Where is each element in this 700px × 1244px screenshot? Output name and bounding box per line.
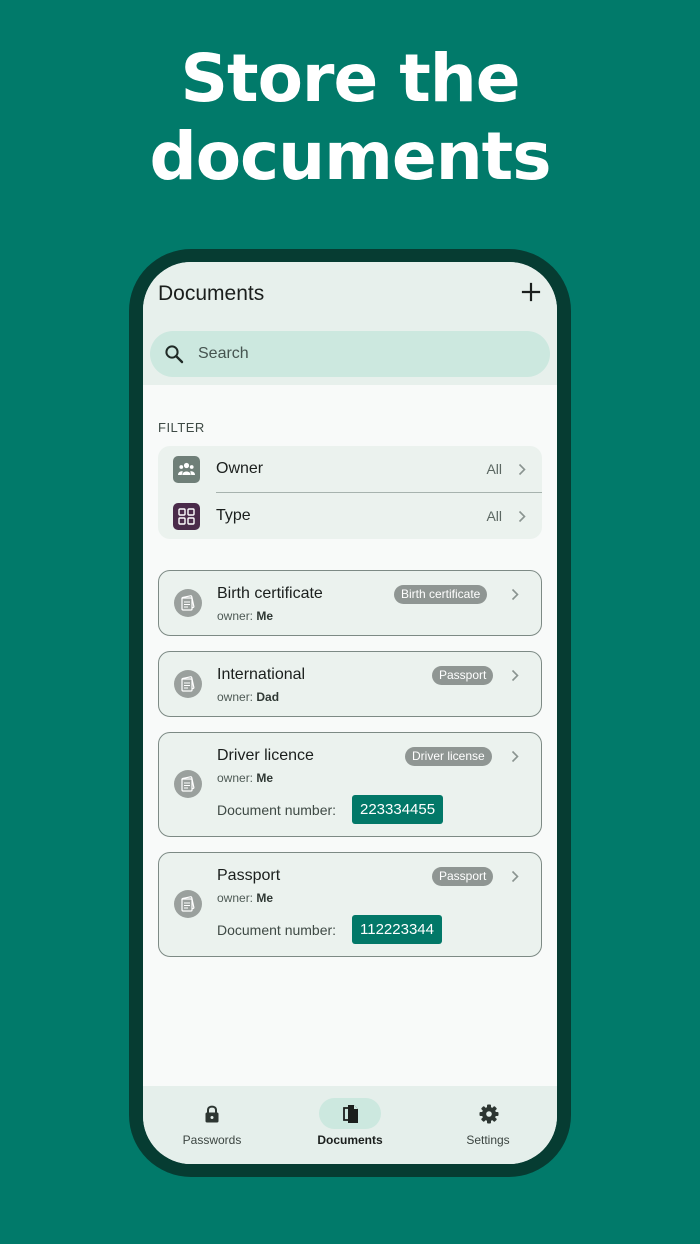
app-bar: Documents xyxy=(143,262,557,385)
phone-screen: Documents FILTER xyxy=(143,262,557,1164)
document-type-avatar xyxy=(174,589,202,617)
document-title: Driver licence xyxy=(217,747,314,764)
nav-indicator-active xyxy=(319,1098,381,1129)
people-icon xyxy=(178,462,195,475)
headline-line-2: documents xyxy=(149,118,551,195)
document-owner: owner: Me xyxy=(217,609,274,623)
lock-icon xyxy=(205,1105,219,1123)
filter-owner-value: All xyxy=(486,461,502,477)
phone-frame: Documents FILTER xyxy=(129,249,571,1177)
chevron-right-icon xyxy=(518,463,526,476)
document-card[interactable]: International owner: Dad Passport xyxy=(158,651,542,717)
nav-item-documents[interactable]: Documents xyxy=(281,1086,419,1164)
chevron-right-icon xyxy=(511,588,519,601)
search-bar[interactable] xyxy=(150,331,550,377)
search-input[interactable] xyxy=(198,331,528,377)
document-card[interactable]: Birth certificate owner: Me Birth certif… xyxy=(158,570,542,636)
document-type-avatar xyxy=(174,770,202,798)
document-title: Passport xyxy=(217,867,281,884)
id-card-icon xyxy=(181,595,195,611)
search-icon xyxy=(165,345,184,364)
nav-label: Documents xyxy=(317,1133,383,1147)
chevron-right-icon xyxy=(518,510,526,523)
document-number-value[interactable]: 112223344 xyxy=(352,915,442,944)
document-type-tag: Passport xyxy=(432,867,494,886)
document-number-value[interactable]: 223334455 xyxy=(352,795,444,824)
document-type-tag: Passport xyxy=(432,666,494,685)
id-card-icon xyxy=(181,676,195,692)
headline-line-1: Store the xyxy=(180,40,520,117)
plus-icon[interactable] xyxy=(521,282,541,302)
filter-row-owner[interactable]: Owner All xyxy=(158,446,542,492)
nav-item-settings[interactable]: Settings xyxy=(419,1086,557,1164)
document-type-avatar xyxy=(174,890,202,918)
nav-label: Settings xyxy=(466,1133,510,1147)
filter-label: FILTER xyxy=(158,420,205,435)
document-title: International xyxy=(217,666,306,683)
document-title: Birth certificate xyxy=(217,585,323,602)
document-owner: owner: Me xyxy=(217,771,274,785)
id-card-icon xyxy=(181,776,195,792)
filter-owner-label: Owner xyxy=(216,460,264,477)
owner-badge xyxy=(173,456,200,483)
headline: Store the documents xyxy=(0,40,700,196)
filter-row-type[interactable]: Type All xyxy=(158,493,542,539)
filter-type-value: All xyxy=(486,508,502,524)
document-type-tag: Driver license xyxy=(405,747,492,766)
document-owner: owner: Dad xyxy=(217,690,280,704)
document-card[interactable]: Driver licence owner: Me Driver license … xyxy=(158,732,542,837)
chevron-right-icon xyxy=(511,750,519,763)
id-card-icon xyxy=(181,896,195,912)
chevron-right-icon xyxy=(511,669,519,682)
filter-type-label: Type xyxy=(216,507,251,524)
document-type-avatar xyxy=(174,670,202,698)
nav-label: Passwords xyxy=(182,1133,242,1147)
nav-indicator xyxy=(181,1098,243,1129)
document-type-tag: Birth certificate xyxy=(394,585,488,604)
bottom-navigation: Passwords Documents Settings xyxy=(143,1086,557,1164)
nav-item-passwords[interactable]: Passwords xyxy=(143,1086,281,1164)
document-icon xyxy=(343,1105,358,1123)
document-number-label: Document number: xyxy=(217,802,337,818)
gear-icon xyxy=(479,1104,499,1124)
nav-indicator xyxy=(457,1098,519,1129)
chevron-right-icon xyxy=(511,870,519,883)
document-card[interactable]: Passport owner: Me Passport Document num… xyxy=(158,852,542,957)
type-badge xyxy=(173,503,200,530)
document-number-label: Document number: xyxy=(217,922,337,938)
filter-card: Owner All Type All xyxy=(158,446,542,539)
document-owner: owner: Me xyxy=(217,891,274,905)
page-title: Documents xyxy=(158,282,265,305)
grid-icon xyxy=(178,508,195,525)
